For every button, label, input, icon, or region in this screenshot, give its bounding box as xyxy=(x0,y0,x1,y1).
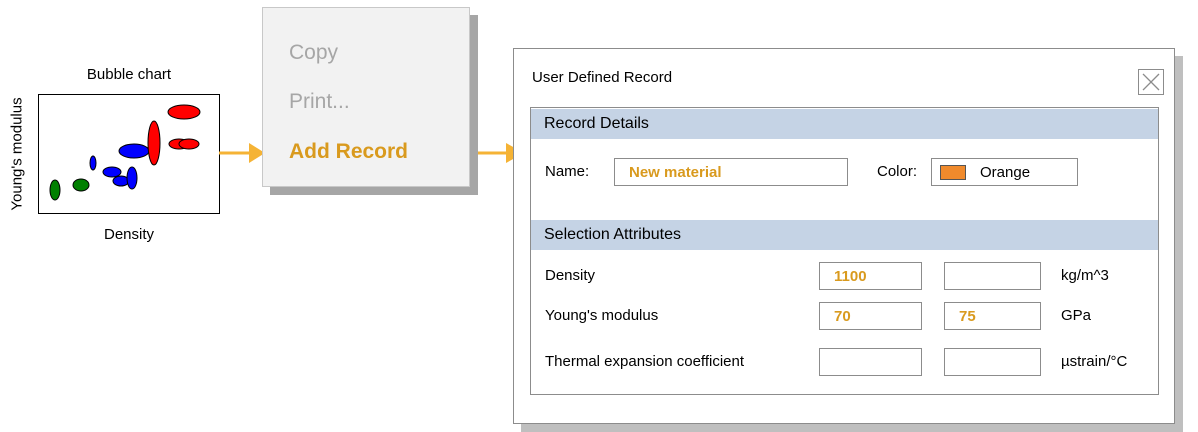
chart-x-axis-label: Density xyxy=(103,226,155,243)
name-field[interactable]: New material xyxy=(614,158,848,186)
density-max-input[interactable] xyxy=(944,262,1041,290)
menu-item-add-record[interactable]: Add Record xyxy=(289,140,408,164)
thermal-expansion-min-input[interactable] xyxy=(819,348,922,376)
bubble-blue-5 xyxy=(118,143,150,159)
dialog-title: User Defined Record xyxy=(532,69,673,86)
bubble-blue-4 xyxy=(126,166,138,190)
bubble-blue-2 xyxy=(102,166,122,178)
color-swatch xyxy=(940,165,966,180)
arrow-to-menu xyxy=(219,143,265,163)
bubble-chart-plot xyxy=(49,104,201,201)
name-label: Name: xyxy=(545,163,590,180)
section-record-details: Record Details xyxy=(531,109,1158,139)
bubble-red-2 xyxy=(167,104,201,120)
menu-item-copy[interactable]: Copy xyxy=(289,41,338,65)
name-field-value: New material xyxy=(629,164,722,181)
density-unit: kg/m^3 xyxy=(1061,267,1109,284)
chart-title: Bubble chart xyxy=(86,66,172,83)
close-icon xyxy=(1142,73,1160,91)
color-select-value: Orange xyxy=(980,164,1031,181)
section-selection-attributes: Selection Attributes xyxy=(531,220,1158,250)
bubble-green-2 xyxy=(72,178,90,192)
youngs-modulus-max-input[interactable]: 75 xyxy=(944,302,1041,330)
density-min-input[interactable]: 1100 xyxy=(819,262,922,290)
attr-label-youngs-modulus: Young's modulus xyxy=(545,307,659,324)
section-record-details-label: Record Details xyxy=(544,115,649,132)
attr-label-density: Density xyxy=(545,267,596,284)
thermal-expansion-unit: µstrain/°C xyxy=(1061,353,1128,370)
context-menu: Copy Print... Add Record xyxy=(262,7,470,187)
color-label: Color: xyxy=(877,163,918,180)
youngs-modulus-min-value: 70 xyxy=(834,308,851,325)
bubble-red-4 xyxy=(178,138,200,150)
youngs-modulus-unit: GPa xyxy=(1061,307,1092,324)
section-selection-attributes-label: Selection Attributes xyxy=(544,226,681,243)
attr-label-thermal-expansion: Thermal expansion coefficient xyxy=(545,353,744,370)
youngs-modulus-min-input[interactable]: 70 xyxy=(819,302,922,330)
youngs-modulus-max-value: 75 xyxy=(959,308,976,325)
close-button[interactable] xyxy=(1138,69,1164,95)
bubble-red-1 xyxy=(147,120,161,166)
thermal-expansion-max-input[interactable] xyxy=(944,348,1041,376)
bubble-blue-1 xyxy=(89,155,97,171)
bubble-chart xyxy=(38,94,220,214)
color-select[interactable]: Orange xyxy=(931,158,1078,186)
user-defined-record-dialog: User Defined Record Record Details Name:… xyxy=(513,48,1175,424)
menu-item-print[interactable]: Print... xyxy=(289,90,350,114)
bubble-green-1 xyxy=(49,179,61,201)
density-min-value: 1100 xyxy=(834,268,867,285)
chart-y-axis-label-text: Young's modulus xyxy=(8,97,26,211)
dialog-content: Record Details Name: New material Color:… xyxy=(530,107,1159,395)
